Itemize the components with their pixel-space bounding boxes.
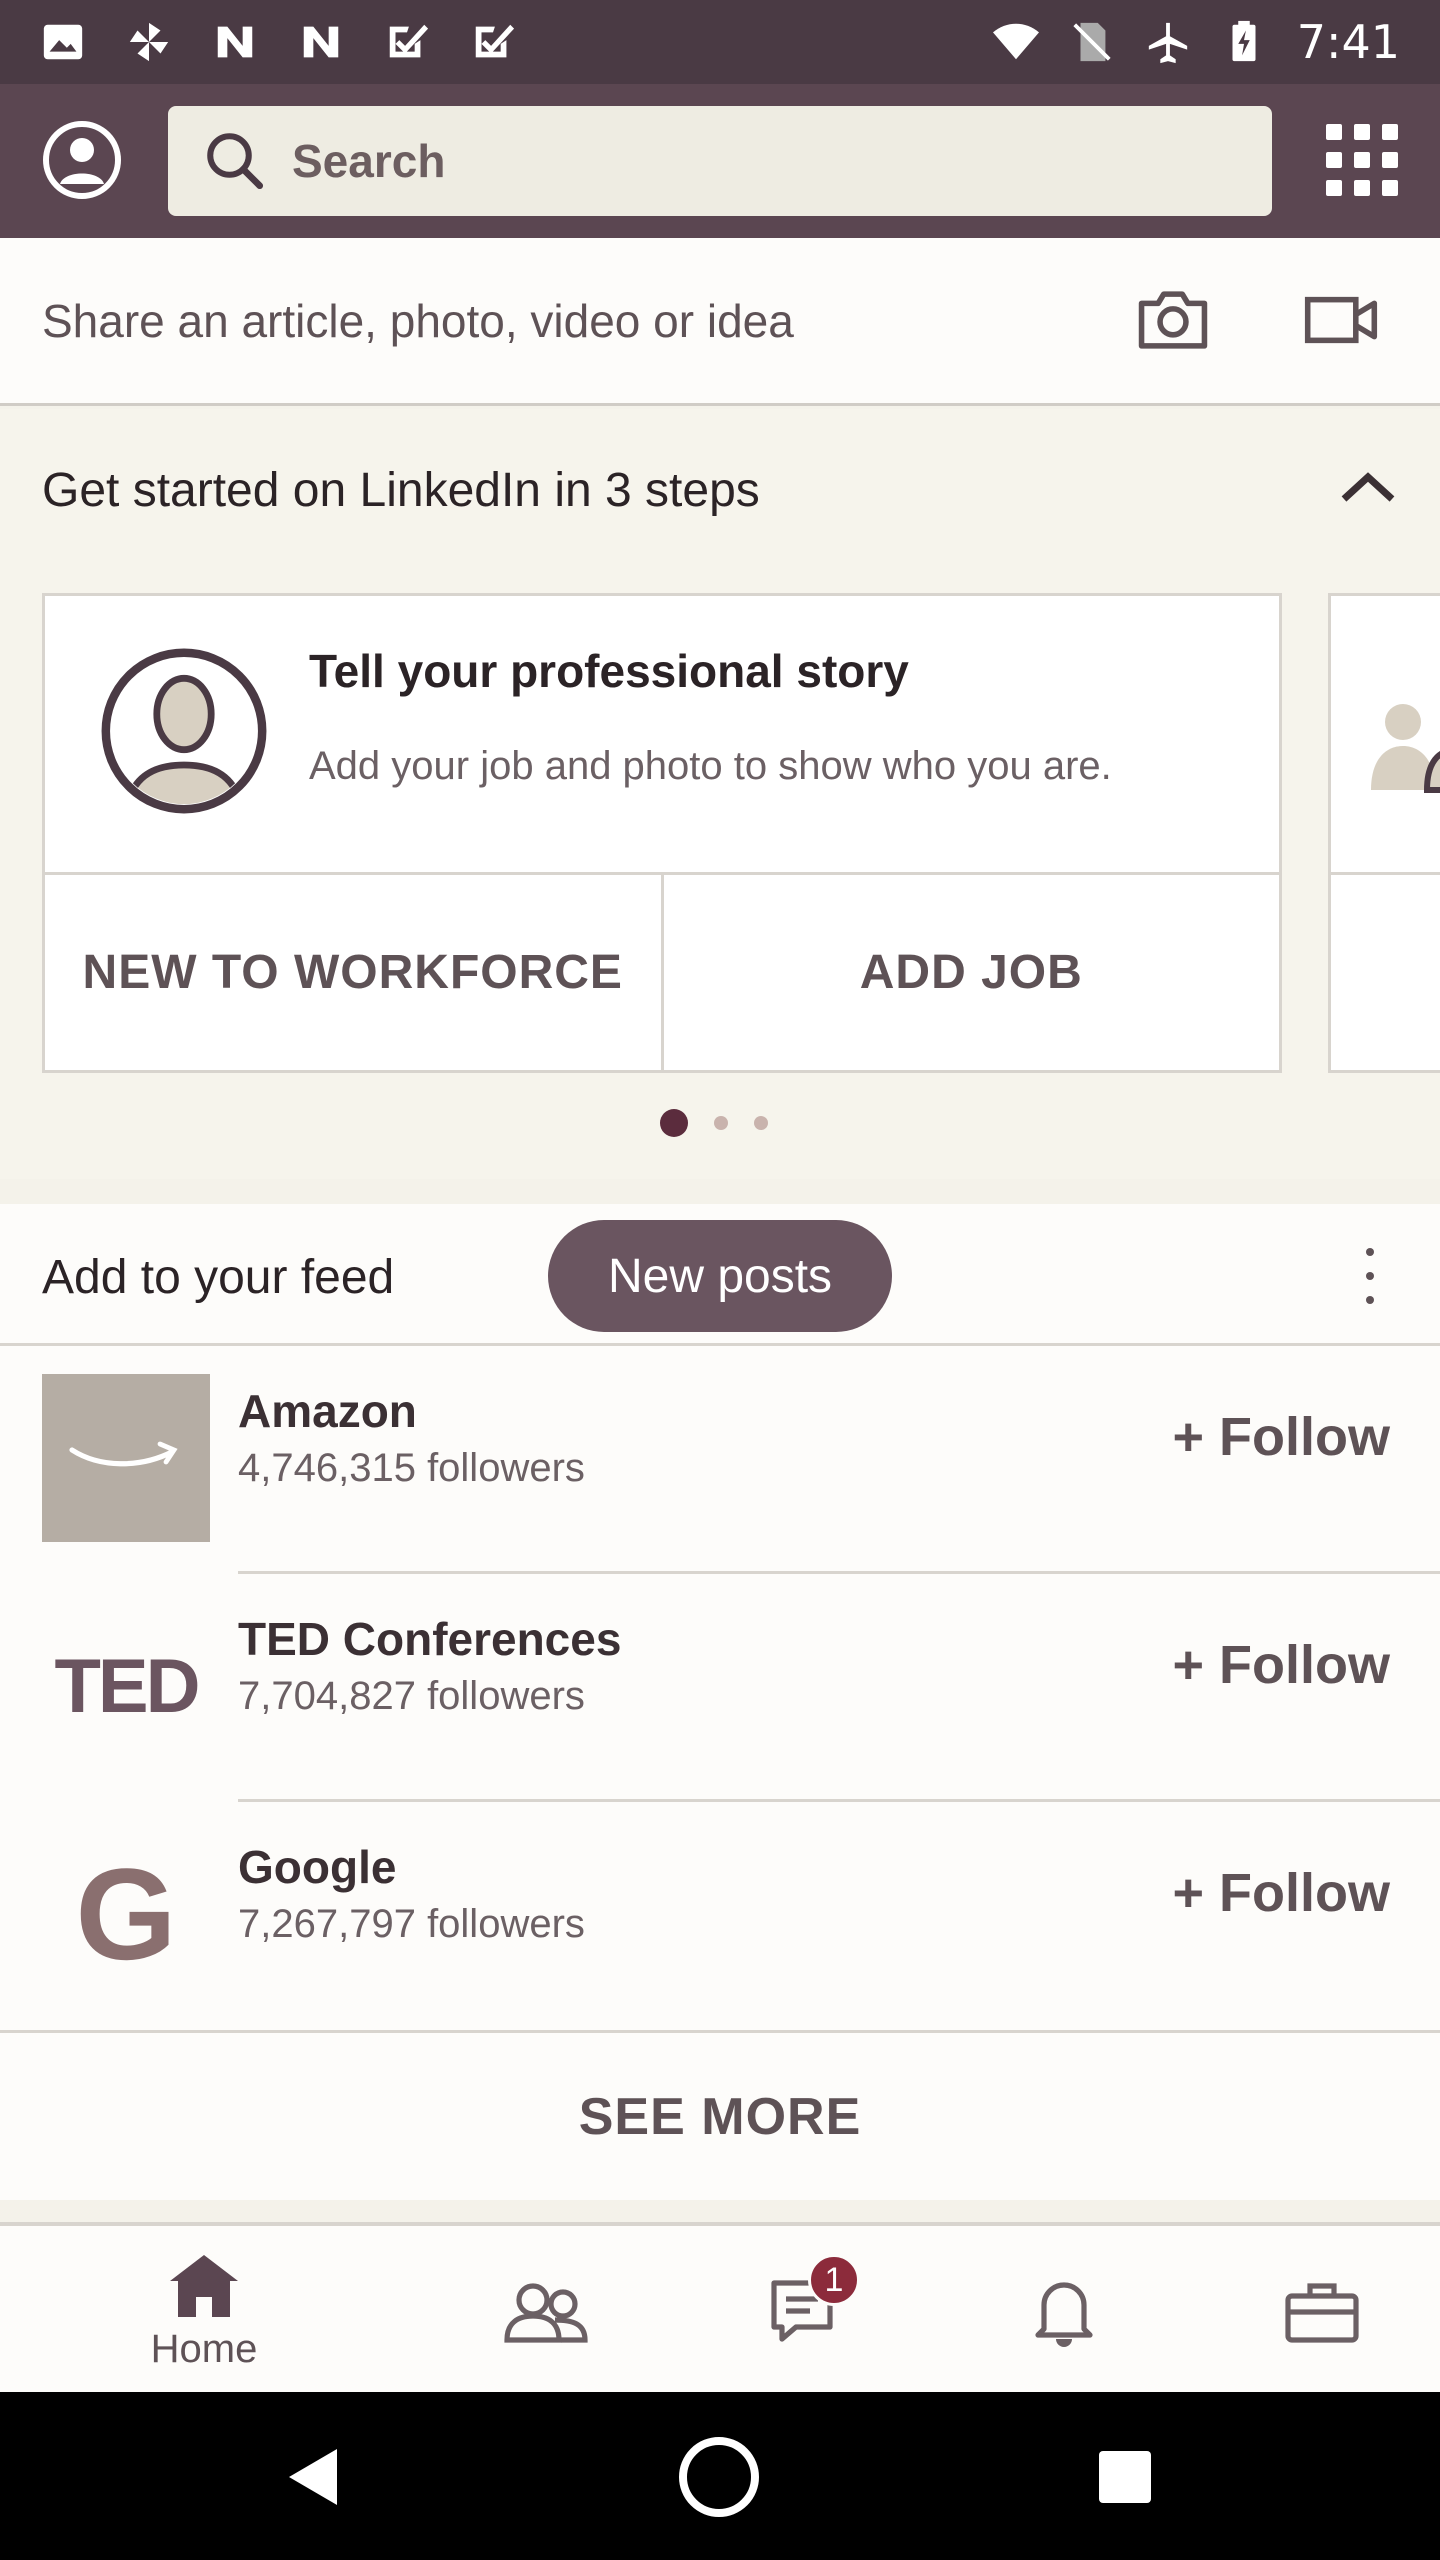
pager-dot[interactable] — [754, 1116, 768, 1130]
wifi-icon — [992, 23, 1039, 60]
more-options-icon[interactable] — [1360, 1248, 1380, 1304]
add-to-feed-section: Add to your feed New posts Amazon 4,746,… — [0, 1204, 1440, 2200]
search-bar[interactable] — [168, 106, 1272, 216]
see-more-button[interactable]: SEE MORE — [0, 2030, 1440, 2200]
nav-jobs[interactable] — [1178, 2226, 1440, 2396]
get-started-section: Get started on LinkedIn in 3 steps Tell … — [0, 409, 1440, 1179]
step-title: Tell your professional story — [309, 645, 909, 697]
clock: 7:41 — [1296, 15, 1400, 69]
avatar-placeholder-icon — [101, 648, 267, 814]
bottom-nav: Home 1 — [0, 2222, 1440, 2392]
back-button[interactable] — [270, 2432, 360, 2522]
top-bar — [0, 84, 1440, 238]
add-job-button[interactable]: ADD JOB — [660, 875, 1279, 1070]
chevron-up-icon[interactable] — [1340, 467, 1396, 507]
home-circle-icon — [679, 2437, 759, 2517]
camera-icon[interactable] — [1136, 288, 1210, 352]
nav-home[interactable]: Home — [60, 2226, 348, 2396]
search-input[interactable] — [292, 134, 1192, 188]
recents-button[interactable] — [1080, 2432, 1170, 2522]
company-row[interactable]: Amazon 4,746,315 followers + Follow — [0, 1346, 1440, 1574]
nav-notifications[interactable] — [920, 2226, 1208, 2396]
new-posts-button[interactable]: New posts — [548, 1220, 892, 1332]
nav-messaging[interactable]: 1 — [662, 2226, 950, 2396]
ted-logo-text: TED — [54, 1643, 201, 1729]
system-icons: 7:41 — [992, 15, 1400, 69]
next-step-card[interactable] — [1328, 593, 1440, 1073]
video-icon[interactable] — [1304, 292, 1378, 348]
follow-button[interactable]: + Follow — [1172, 1634, 1390, 1696]
follower-count: 7,267,797 followers — [238, 1902, 585, 1946]
pinwheel-icon — [129, 22, 169, 62]
notification-icons — [40, 19, 516, 65]
company-name[interactable]: TED Conferences — [238, 1612, 621, 1666]
airplane-icon — [1148, 22, 1187, 64]
people-icon — [1371, 704, 1440, 793]
google-logo-text: G — [75, 1841, 177, 1987]
follow-button[interactable]: + Follow — [1172, 1862, 1390, 1924]
follower-count: 4,746,315 followers — [238, 1446, 585, 1490]
recents-icon — [1099, 2451, 1151, 2503]
pager-dot[interactable] — [714, 1116, 728, 1130]
check-icon — [389, 24, 429, 58]
follower-count: 7,704,827 followers — [238, 1674, 585, 1718]
jobs-icon — [1285, 2283, 1359, 2343]
image-icon — [43, 24, 83, 60]
system-navigation-bar — [0, 2392, 1440, 2560]
home-icon — [170, 2254, 238, 2317]
pager-dots — [660, 1109, 768, 1137]
pager-dot-active[interactable] — [660, 1109, 688, 1137]
step-description: Add your job and photo to show who you a… — [309, 744, 1112, 788]
network-icon — [504, 2283, 588, 2343]
apps-grid-icon[interactable] — [1326, 124, 1398, 196]
company-row[interactable]: TED TED Conferences 7,704,827 followers … — [0, 1574, 1440, 1802]
amazon-logo — [42, 1374, 210, 1542]
n-icon — [303, 26, 339, 58]
follow-button[interactable]: + Follow — [1172, 1406, 1390, 1468]
notifications-icon — [1035, 2282, 1093, 2347]
share-box[interactable]: Share an article, photo, video or idea — [0, 238, 1440, 406]
company-name[interactable]: Amazon — [238, 1384, 417, 1438]
search-icon — [207, 133, 264, 190]
nav-home-label: Home — [150, 2326, 258, 2371]
feed-title: Add to your feed — [42, 1251, 395, 1304]
status-bar: 7:41 — [0, 0, 1440, 84]
company-name[interactable]: Google — [238, 1840, 396, 1894]
company-row[interactable]: G Google 7,267,797 followers + Follow — [0, 1802, 1440, 2030]
amazon-smile-icon — [69, 1441, 178, 1467]
share-prompt[interactable]: Share an article, photo, video or idea — [42, 294, 794, 348]
step-actions: NEW TO WORKFORCE ADD JOB — [45, 872, 1279, 1070]
feed-header: Add to your feed New posts — [0, 1204, 1440, 1346]
no-sim-icon — [1073, 22, 1111, 62]
battery-icon — [1232, 20, 1256, 62]
divider — [1331, 872, 1440, 875]
check-icon — [475, 24, 515, 58]
google-logo: G — [42, 1830, 210, 1998]
get-started-title: Get started on LinkedIn in 3 steps — [42, 464, 760, 517]
n-icon — [217, 26, 253, 58]
nav-my-network[interactable] — [402, 2226, 690, 2396]
profile-icon[interactable] — [42, 120, 122, 200]
step-card: Tell your professional story Add your jo… — [42, 593, 1282, 1073]
ted-logo: TED — [42, 1602, 210, 1770]
unread-badge: 1 — [808, 2254, 860, 2306]
home-button[interactable] — [674, 2432, 764, 2522]
new-to-workforce-button[interactable]: NEW TO WORKFORCE — [45, 875, 661, 1070]
back-icon — [289, 2449, 337, 2505]
